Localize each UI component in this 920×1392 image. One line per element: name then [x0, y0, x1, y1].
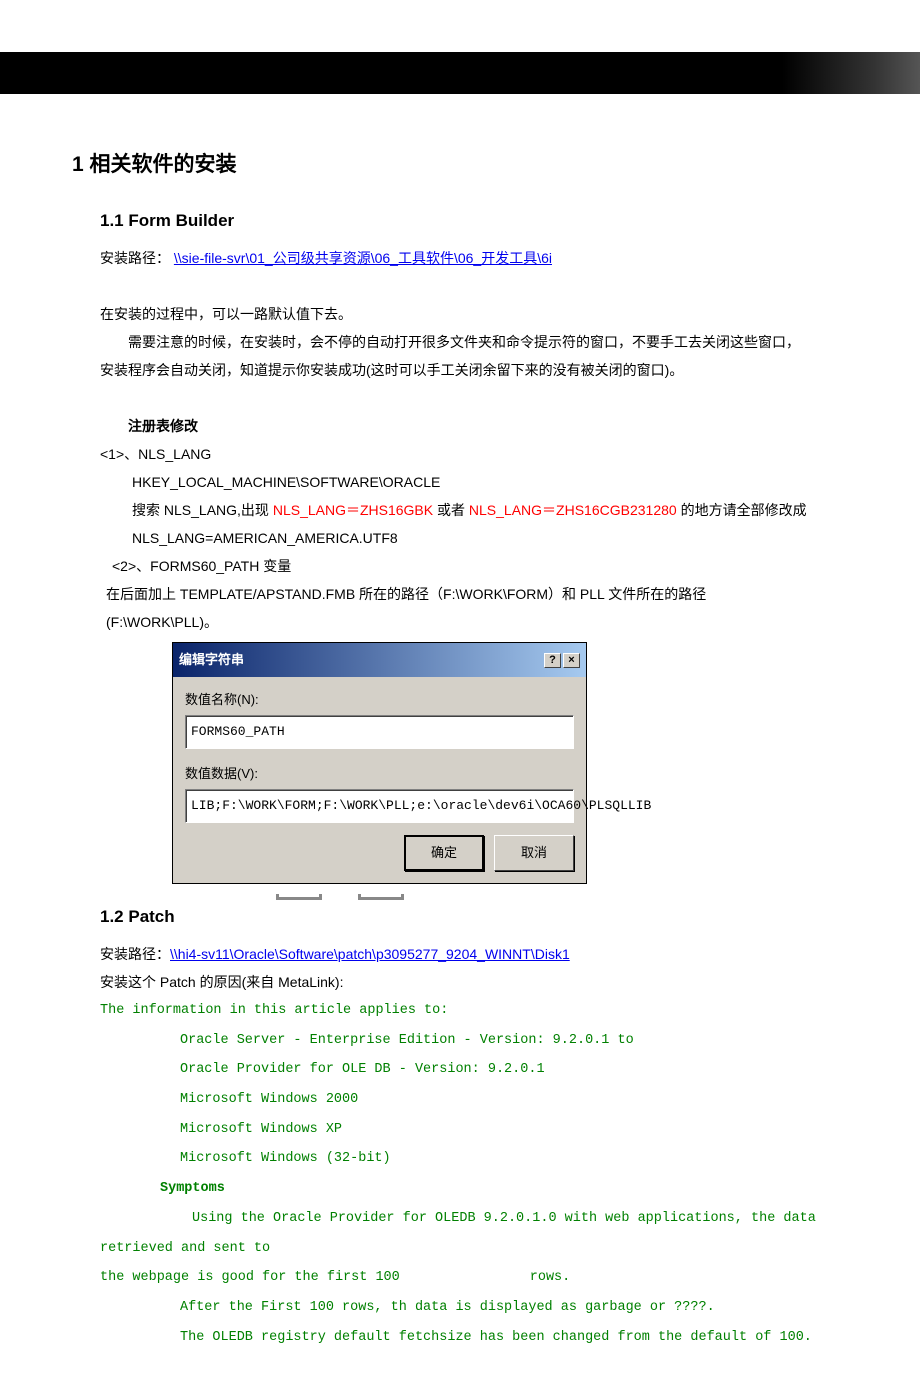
dialog-titlebar: 编辑字符串 ? ×: [173, 643, 586, 677]
edit-string-dialog: 编辑字符串 ? × 数值名称(N): FORMS60_PATH 数值数据(V):…: [172, 642, 587, 884]
reg-item-1a: HKEY_LOCAL_MACHINE\SOFTWARE\ORACLE: [132, 468, 848, 496]
paragraph-2b: 安装程序会自动关闭，知道提示你安装成功(这时可以手工关闭余留下来的没有被关闭的窗…: [100, 356, 848, 384]
document-body: 1 相关软件的安装 1.1 Form Builder 安装路径： \\sie-f…: [0, 94, 920, 1392]
reg-item-1b: 搜索 NLS_LANG,出现 NLS_LANG＝ZHS16GBK 或者 NLS_…: [132, 496, 848, 524]
text: 的地方请全部修改成: [677, 502, 807, 518]
dialog-footer: 确定 取消: [173, 835, 586, 883]
registry-title: 注册表修改: [100, 412, 848, 440]
text: the webpage is good for the first 100: [100, 1270, 400, 1285]
nls-lang-value-1: NLS_LANG＝ZHS16GBK: [273, 502, 433, 518]
ok-button[interactable]: 确定: [404, 835, 484, 871]
paragraph-2a: 需要注意的时候，在安装时，会不停的自动打开很多文件夹和命令提示符的窗口，不要手工…: [100, 328, 848, 356]
value-data-label: 数值数据(V):: [185, 761, 574, 787]
reg-item-1c: NLS_LANG=AMERICAN_AMERICA.UTF8: [132, 524, 848, 552]
install-path-link[interactable]: \\sie-file-svr\01_公司级共享资源\06_工具软件\06_开发工…: [174, 250, 552, 266]
patch-reason: 安装这个 Patch 的原因(来自 MetaLink):: [100, 968, 848, 996]
info-line: Oracle Server - Enterprise Edition - Ver…: [180, 1026, 848, 1056]
dialog-title-text: 编辑字符串: [179, 647, 244, 673]
metalink-block: The information in this article applies …: [100, 996, 848, 1352]
install-path-label: 安装路径：: [100, 250, 170, 266]
close-icon[interactable]: ×: [563, 653, 580, 668]
reg-item-2b: (F:\WORK\PLL)。: [106, 608, 848, 636]
info-line: Oracle Provider for OLE DB - Version: 9.…: [180, 1055, 848, 1085]
install-path-row: 安装路径： \\sie-file-svr\01_公司级共享资源\06_工具软件\…: [100, 244, 848, 272]
text: 或者: [433, 502, 469, 518]
text: rows.: [530, 1270, 571, 1285]
symptom-line: The OLEDB registry default fetchsize has…: [180, 1323, 848, 1353]
patch-path-row: 安装路径：\\hi4-sv11\Oracle\Software\patch\p3…: [100, 940, 848, 968]
nls-lang-value-2: NLS_LANG＝ZHS16CGB231280: [469, 502, 677, 518]
reg-item-2a: 在后面加上 TEMPLATE/APSTAND.FMB 所在的路径（F:\WORK…: [106, 580, 848, 608]
value-data-input[interactable]: LIB;F:\WORK\FORM;F:\WORK\PLL;e:\oracle\d…: [185, 789, 574, 823]
value-name-label: 数值名称(N):: [185, 687, 574, 713]
info-line: Microsoft Windows 2000: [180, 1085, 848, 1115]
info-header: The information in this article applies …: [100, 996, 848, 1026]
reg-item-2: <2>、FORMS60_PATH 变量: [112, 552, 848, 580]
symptom-line: After the First 100 rows, th data is dis…: [180, 1293, 848, 1323]
patch-path-label: 安装路径：: [100, 946, 170, 962]
value-name-input[interactable]: FORMS60_PATH: [185, 715, 574, 749]
cancel-button[interactable]: 取消: [494, 835, 574, 871]
symptom-line: Using the Oracle Provider for OLEDB 9.2.…: [100, 1204, 848, 1263]
paragraph-1: 在安装的过程中，可以一路默认值下去。: [100, 300, 848, 328]
symptom-line: the webpage is good for the first 100 row…: [100, 1263, 848, 1293]
heading-1-1: 1.1 Form Builder: [100, 204, 848, 238]
heading-1: 1 相关软件的安装: [72, 144, 848, 186]
heading-1-2: 1.2 Patch: [100, 900, 848, 934]
help-icon[interactable]: ?: [544, 653, 561, 668]
header-bar: [0, 52, 920, 94]
text: Using the Oracle Provider for OLEDB 9.2.…: [100, 1211, 816, 1256]
symptoms-header: Symptoms: [160, 1174, 848, 1204]
text: 搜索 NLS_LANG,出现: [132, 502, 273, 518]
dialog-body: 数值名称(N): FORMS60_PATH 数值数据(V): LIB;F:\WO…: [173, 677, 586, 835]
info-line: Microsoft Windows XP: [180, 1115, 848, 1145]
reg-item-1: <1>、NLS_LANG: [100, 440, 848, 468]
patch-path-link[interactable]: \\hi4-sv11\Oracle\Software\patch\p309527…: [170, 946, 570, 962]
info-line: Microsoft Windows (32-bit): [180, 1144, 848, 1174]
